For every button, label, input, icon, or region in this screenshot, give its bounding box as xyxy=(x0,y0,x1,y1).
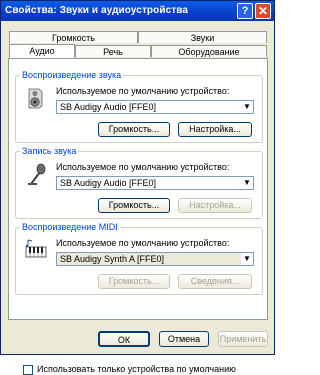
recording-device-select[interactable]: SB Audigy Audio [FFE0] ▼ xyxy=(56,176,254,190)
playback-settings-button[interactable]: Настройка... xyxy=(178,122,252,137)
window-title: Свойства: Звуки и аудиоустройства xyxy=(5,5,189,16)
midi-group-label: Воспроизведение MIDI xyxy=(20,222,120,232)
tab-speech[interactable]: Речь xyxy=(75,45,151,57)
chevron-down-icon: ▼ xyxy=(241,253,253,265)
chevron-down-icon: ▼ xyxy=(241,101,253,113)
tab-audio[interactable]: Аудио xyxy=(9,44,75,58)
midi-info-button[interactable]: Сведения... xyxy=(178,274,252,289)
default-devices-only-label: Использовать только устройства по умолча… xyxy=(37,364,236,374)
playback-volume-button[interactable]: Громкость... xyxy=(98,122,170,137)
default-devices-only-checkbox[interactable] xyxy=(23,365,33,375)
apply-button[interactable]: Применить xyxy=(218,331,268,347)
recording-group-label: Запись звука xyxy=(20,146,79,156)
recording-volume-button[interactable]: Громкость... xyxy=(98,198,170,213)
chevron-down-icon: ▼ xyxy=(241,177,253,189)
help-icon: ? xyxy=(241,5,249,17)
midi-group: Воспроизведение MIDI Используемое по умо… xyxy=(15,222,263,295)
title-bar[interactable]: Свойства: Звуки и аудиоустройства ? ✕ xyxy=(1,1,274,21)
cancel-button[interactable]: Отмена xyxy=(159,331,209,347)
midi-keyboard-icon xyxy=(25,239,47,258)
sound-properties-window: Свойства: Звуки и аудиоустройства ? ✕ Гр… xyxy=(0,0,275,375)
help-button[interactable]: ? xyxy=(237,3,253,19)
tab-sounds[interactable]: Звуки xyxy=(138,31,267,43)
recording-device-label: Используемое по умолчанию устройство: xyxy=(56,162,230,172)
playback-device-select[interactable]: SB Audigy Audio [FFE0] ▼ xyxy=(56,100,254,114)
playback-group-label: Воспроизведение звука xyxy=(20,70,124,80)
tab-hardware[interactable]: Оборудование xyxy=(151,45,267,57)
recording-group: Запись звука Используемое по умолчанию у… xyxy=(15,146,263,219)
tab-volume[interactable]: Громкость xyxy=(9,31,138,43)
recording-settings-button[interactable]: Настройка... xyxy=(178,198,252,213)
midi-volume-button[interactable]: Громкость... xyxy=(98,274,170,289)
midi-device-select[interactable]: SB Audigy Synth A [FFE0] ▼ xyxy=(56,252,254,266)
playback-group: Воспроизведение звука Используемое по ум… xyxy=(15,70,263,143)
midi-device-label: Используемое по умолчанию устройство: xyxy=(56,238,230,248)
close-icon: ✕ xyxy=(257,4,269,18)
speaker-icon xyxy=(28,88,43,109)
close-button[interactable]: ✕ xyxy=(255,3,271,19)
ok-button[interactable]: ОК xyxy=(98,331,150,347)
playback-device-label: Используемое по умолчанию устройство: xyxy=(56,86,230,96)
tab-strip: Громкость Звуки Аудио Речь Оборудование xyxy=(9,31,267,59)
microphone-icon xyxy=(28,163,46,185)
audio-tab-panel: Воспроизведение звука Используемое по ум… xyxy=(8,58,268,375)
